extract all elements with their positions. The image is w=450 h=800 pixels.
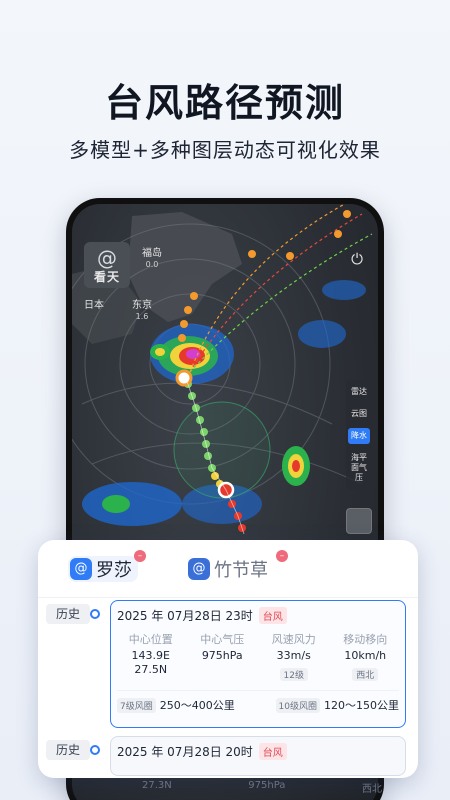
app-logo: @ 看天	[84, 242, 130, 288]
tab-label: 罗莎	[96, 560, 132, 581]
tab-typhoon-rosa[interactable]: @ 罗莎 –	[68, 550, 146, 582]
history-entry[interactable]: 2025 年 07月28日 20时 台风	[110, 736, 406, 776]
swirl-icon: @	[97, 246, 117, 270]
timeline-dot	[90, 745, 100, 755]
logo-text: 看天	[93, 270, 120, 284]
layer-precipitation[interactable]: 降水	[348, 428, 370, 444]
map-label-japan: 日本	[84, 300, 104, 311]
typhoon-icon: @	[188, 558, 210, 580]
radius-7: 7级风圈 250～400公里	[117, 697, 235, 713]
layer-radar[interactable]: 雷达	[348, 384, 370, 400]
layer-cloud[interactable]: 云图	[348, 406, 370, 422]
subline: 多模型+多种图层动态可视化效果	[69, 138, 381, 162]
hidden-entry-peek: 27.3N 975hPa 西北	[142, 780, 382, 800]
history-tag: 历史	[46, 604, 90, 624]
tab-typhoon-zhujiecao[interactable]: @ 竹节草 –	[188, 550, 288, 582]
headline: 台风路径预测	[104, 81, 345, 125]
status-badge: 台风	[258, 742, 287, 760]
peek-pressure: 975hPa	[248, 780, 286, 791]
typhoon-info-card: @ 罗莎 – @ 竹节草 – 历史 2025 年 07月28日 23时 台风 中…	[38, 540, 418, 778]
stat-position: 中心位置 143.9E 27.5N	[128, 633, 173, 676]
layer-sea-level-pressure[interactable]: 海平面气压	[348, 450, 370, 486]
layer-switcher: 雷达 云图 降水 海平面气压	[346, 380, 372, 490]
entry-stats: 中心位置 143.9E 27.5N 中心气压 975hPa 风速风力 33m/s…	[111, 629, 405, 682]
entry-time: 2025 年 07月28日 20时	[117, 744, 253, 759]
tab-label: 竹节草	[214, 560, 268, 581]
close-icon[interactable]: –	[276, 550, 288, 562]
map-label-fukushima: 福岛 0.0	[142, 248, 162, 269]
entry-time: 2025 年 07月28日 23时	[117, 608, 253, 623]
status-badge: 台风	[258, 606, 287, 624]
typhoon-icon: @	[70, 558, 92, 580]
history-entry[interactable]: 2025 年 07月28日 23时 台风 中心位置 143.9E 27.5N 中…	[110, 600, 406, 728]
typhoon-thumbnail-button[interactable]	[346, 508, 372, 534]
stat-pressure: 中心气压 975hPa	[200, 633, 245, 662]
history-tag: 历史	[46, 740, 90, 760]
typhoon-tabs: @ 罗莎 – @ 竹节草 –	[38, 540, 418, 598]
entry-header: 2025 年 07月28日 23时 台风	[111, 601, 405, 629]
stat-wind: 风速风力 33m/s 12级	[271, 633, 316, 681]
power-icon[interactable]: ⏻	[348, 250, 366, 268]
radius-10: 10级风圈 120～150公里	[275, 697, 399, 713]
entry-header: 2025 年 07月28日 20时 台风	[111, 737, 405, 765]
peek-position: 27.3N	[142, 780, 172, 791]
peek-direction: 西北	[361, 784, 382, 795]
wind-radius-row: 7级风圈 250～400公里 10级风圈 120～150公里	[117, 690, 399, 713]
close-icon[interactable]: –	[134, 550, 146, 562]
timeline-dot	[90, 609, 100, 619]
stat-movement: 移动移向 10km/h 西北	[343, 633, 388, 681]
map-label-tokyo: 东京 1.6	[132, 300, 152, 321]
